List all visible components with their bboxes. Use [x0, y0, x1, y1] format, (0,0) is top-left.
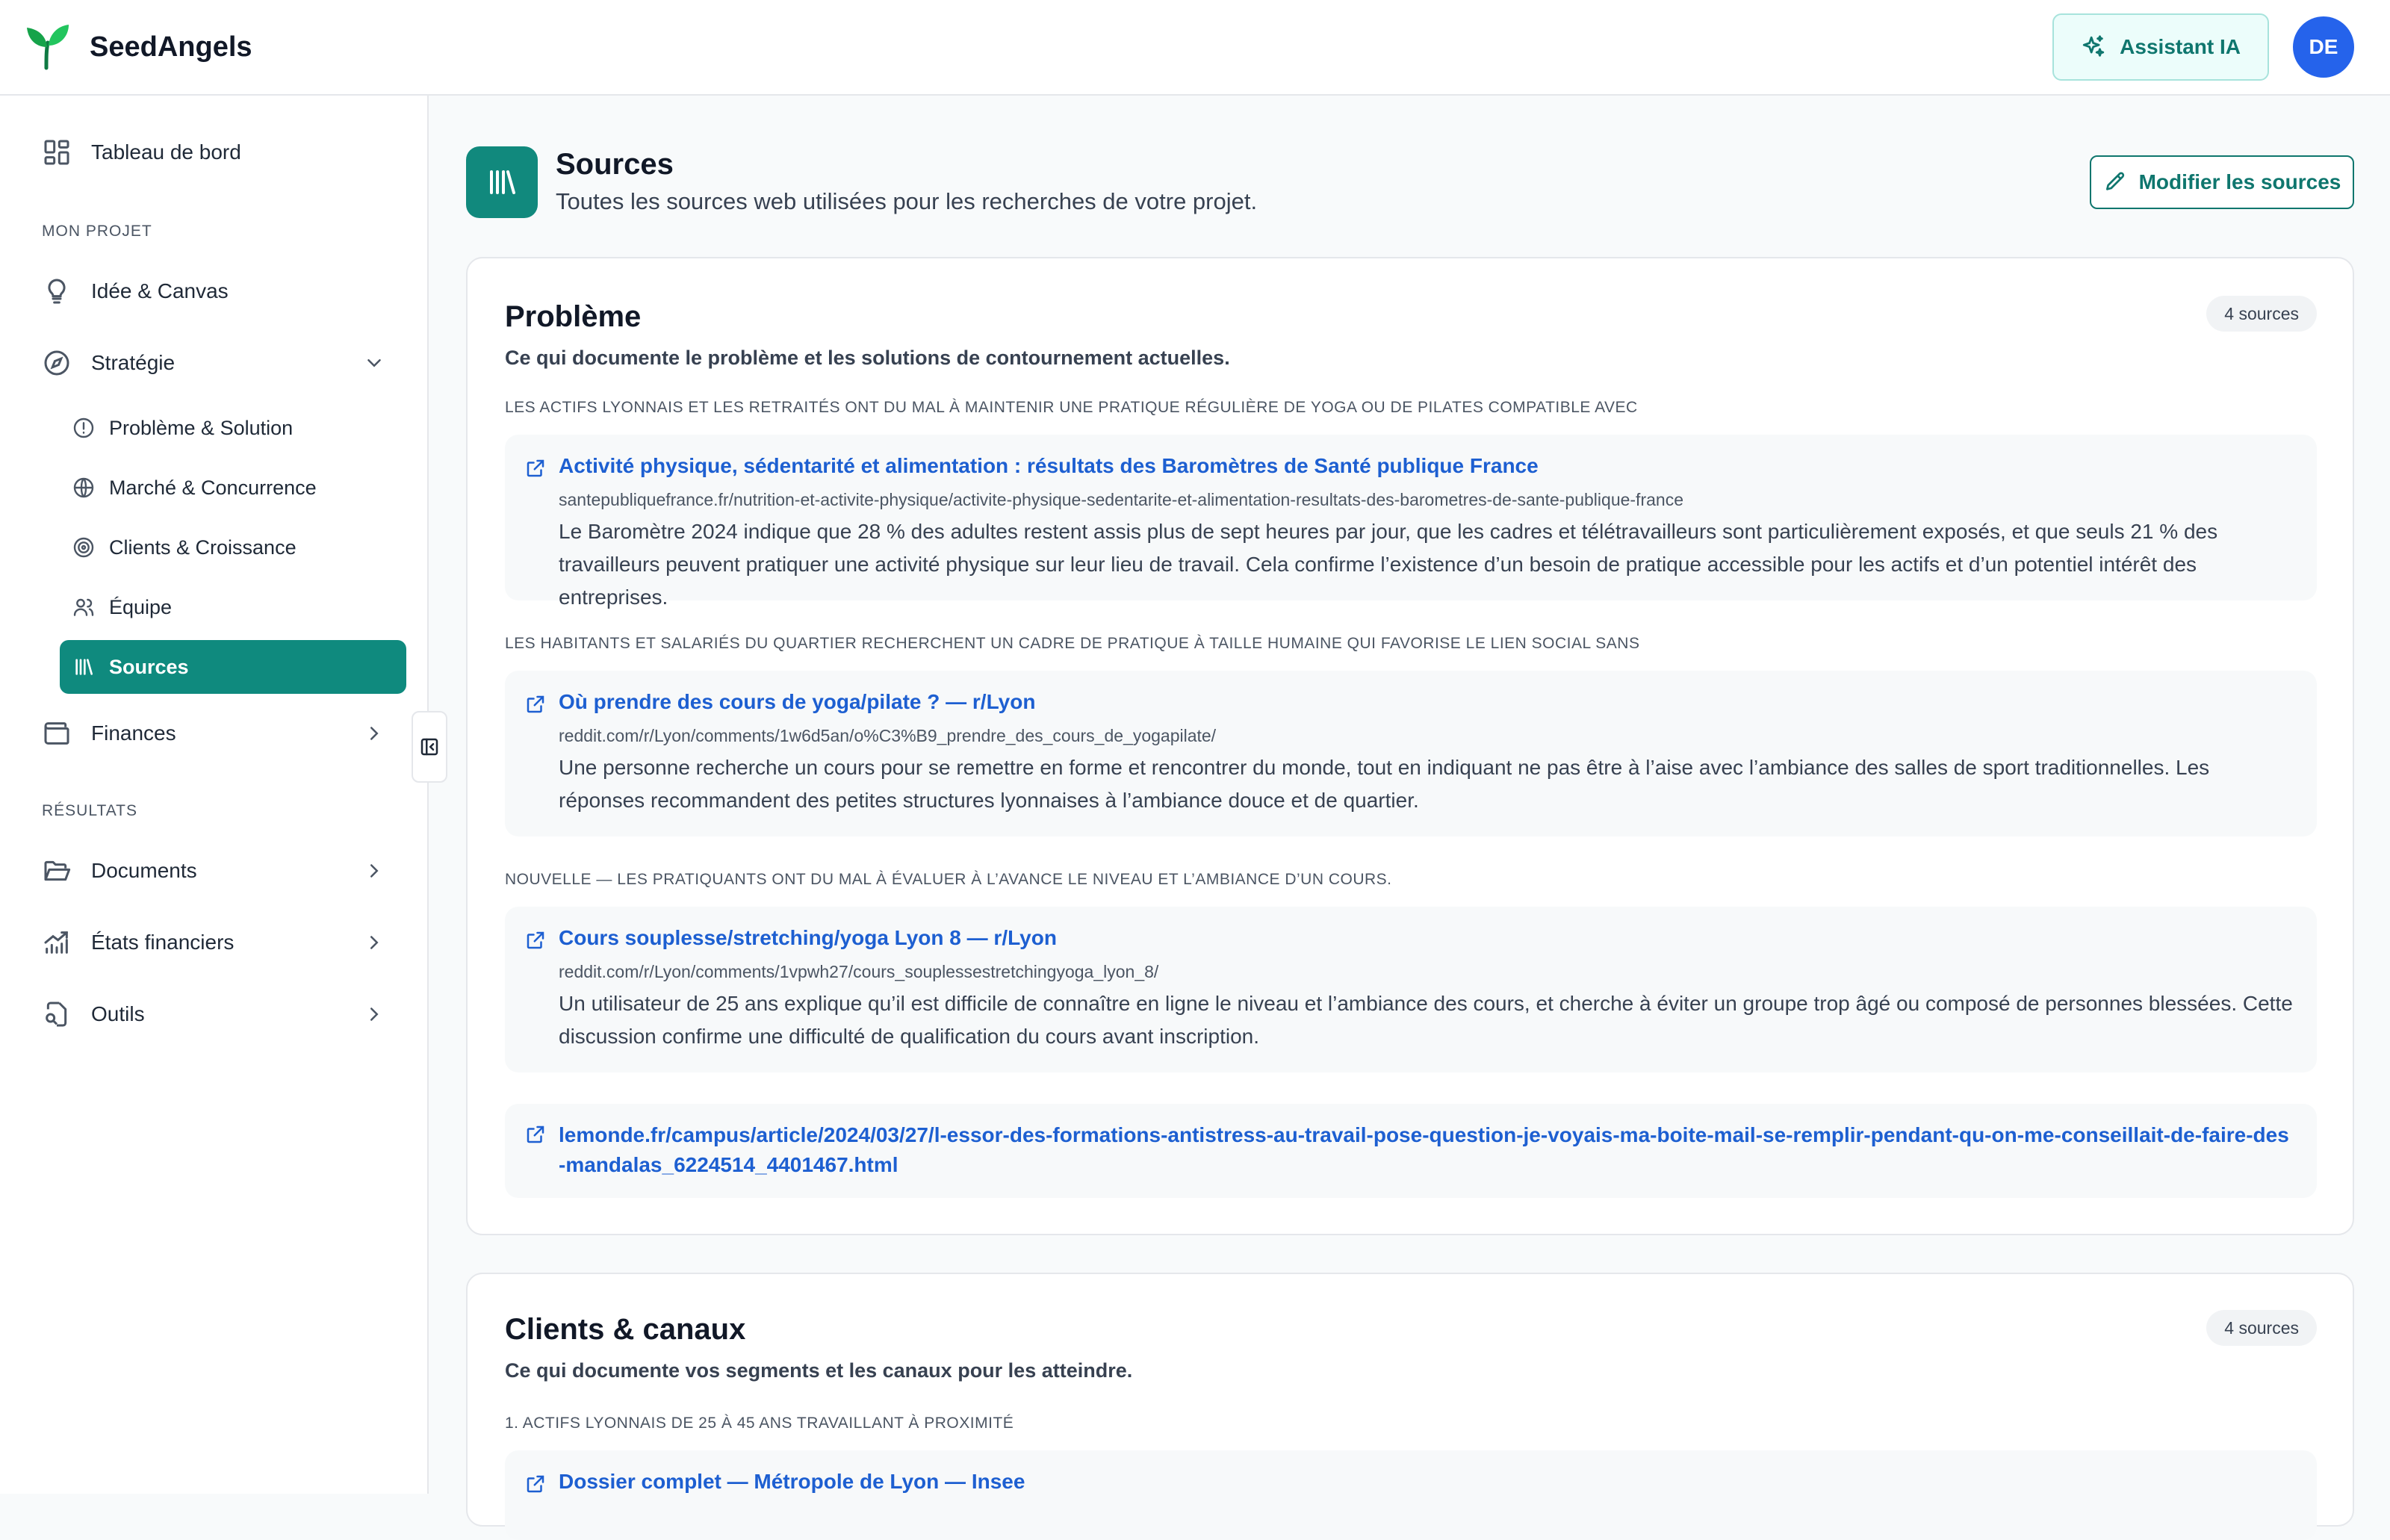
source-title-link[interactable]: Cours souplesse/stretching/yoga Lyon 8 —… — [559, 923, 2294, 953]
globe-icon — [73, 477, 94, 498]
source-summary: Un utilisateur de 25 ans explique qu’il … — [559, 992, 2293, 1048]
external-link-icon — [527, 931, 544, 949]
sparkles-icon — [2083, 35, 2105, 57]
sprout-logo-icon — [27, 25, 69, 70]
page-title: Sources — [556, 148, 674, 181]
sidebar-item-problem-solution[interactable]: Problème & Solution — [60, 401, 406, 455]
source-title-link[interactable]: Où prendre des cours de yoga/pilate ? — … — [559, 687, 2294, 717]
problem-sources-card: Problème Ce qui documente le problème et… — [466, 257, 2354, 1235]
sources-page-icon — [466, 146, 538, 218]
target-icon — [73, 537, 94, 558]
library-icon — [490, 170, 515, 194]
external-link-icon — [527, 1125, 544, 1143]
chevron-right-icon — [370, 1007, 379, 1021]
chevron-right-icon — [370, 936, 379, 949]
assistant-ia-label: Assistant IA — [2120, 35, 2241, 58]
sidebar-item-clients[interactable]: Clients & Croissance — [60, 521, 406, 574]
brand[interactable]: SeedAngels — [24, 23, 252, 71]
sidebar-item-strategy[interactable]: Stratégie — [42, 345, 385, 381]
sidebar-item-label: Finances — [91, 721, 176, 745]
sidebar-item-label: Problème & Solution — [109, 416, 294, 439]
sidebar-item-tools[interactable]: Outils — [42, 996, 385, 1032]
card-description: Ce qui documente vos segments et les can… — [505, 1359, 1133, 1382]
sidebar-item-label: Idée & Canvas — [91, 279, 229, 302]
source-item[interactable]: Cours souplesse/stretching/yoga Lyon 8 —… — [505, 907, 2317, 1072]
source-item[interactable]: Activité physique, sédentarité et alimen… — [505, 435, 2317, 609]
source-summary: Le Baromètre 2024 indique que 28 % des a… — [559, 520, 2218, 609]
chevron-right-icon — [370, 727, 379, 740]
external-link-icon — [527, 1475, 544, 1493]
sidebar-item-label: Tableau de bord — [91, 140, 241, 164]
users-icon — [73, 598, 94, 616]
lightbulb-icon — [48, 279, 66, 304]
sidebar-item-finances[interactable]: Finances — [42, 715, 385, 751]
sidebar-item-documents[interactable]: Documents — [42, 853, 385, 889]
sidebar-item-team[interactable]: Équipe — [60, 580, 406, 634]
panel-collapse-icon — [420, 738, 438, 756]
section-label-project: MON PROJET — [42, 223, 152, 240]
claim-heading: LES HABITANTS ET SALARIÉS DU QUARTIER RE… — [505, 635, 1640, 652]
sidebar-item-sources[interactable]: Sources — [60, 640, 406, 694]
library-icon — [75, 659, 93, 675]
dashboard-grid-icon — [44, 140, 69, 165]
source-item[interactable]: lemonde.fr/campus/article/2024/03/27/l-e… — [505, 1104, 2317, 1198]
sidebar-item-idea-canvas[interactable]: Idée & Canvas — [42, 273, 385, 309]
user-avatar[interactable]: DE — [2293, 16, 2354, 78]
sidebar-item-financial-statements[interactable]: États financiers — [42, 925, 385, 960]
compass-icon — [44, 350, 69, 376]
pencil-icon — [2105, 172, 2124, 190]
source-title-link[interactable]: Activité physique, sédentarité et alimen… — [559, 451, 2294, 481]
sidebar-item-label: Sources — [109, 655, 189, 678]
page-subtitle: Toutes les sources web utilisées pour le… — [556, 188, 1258, 214]
external-link-icon — [527, 695, 544, 713]
sidebar-item-label: Clients & Croissance — [109, 535, 297, 559]
source-title-link[interactable]: lemonde.fr/campus/article/2024/03/27/l-e… — [559, 1120, 2294, 1180]
chevron-right-icon — [370, 864, 379, 878]
chart-growth-icon — [44, 931, 68, 954]
card-title: Problème — [505, 300, 642, 333]
sidebar-item-label: Outils — [91, 1002, 145, 1025]
source-item[interactable]: Où prendre des cours de yoga/pilate ? — … — [505, 671, 2317, 836]
sidebar: Tableau de bord MON PROJET Idée & Canvas… — [0, 96, 429, 1494]
source-title-link[interactable]: Dossier complet — Métropole de Lyon — In… — [559, 1467, 2294, 1497]
wallet-icon — [44, 722, 69, 745]
source-url: reddit.com/r/Lyon/comments/1w6d5an/o%C3%… — [559, 726, 1217, 745]
clients-channels-sources-card: Clients & canaux Ce qui documente vos se… — [466, 1273, 2354, 1540]
sidebar-item-dashboard[interactable]: Tableau de bord — [42, 134, 385, 170]
tools-icon — [46, 1002, 67, 1027]
folder-open-icon — [44, 860, 71, 881]
brand-name: SeedAngels — [90, 31, 252, 63]
sidebar-item-market[interactable]: Marché & Concurrence — [60, 461, 406, 515]
sources-count-badge: 4 sources — [2206, 296, 2317, 332]
claim-heading: NOUVELLE — LES PRATIQUANTS ONT DU MAL À … — [505, 871, 1392, 888]
sidebar-collapse-button[interactable] — [412, 711, 447, 783]
claim-heading: LES ACTIFS LYONNAIS ET LES RETRAITÉS ONT… — [505, 399, 1638, 416]
sidebar-item-label: Équipe — [109, 595, 173, 618]
source-url: santepubliquefrance.fr/nutrition-et-acti… — [559, 490, 1683, 509]
sidebar-item-label: Stratégie — [91, 351, 176, 374]
source-item[interactable]: Dossier complet — Métropole de Lyon — In… — [505, 1450, 2317, 1540]
alert-circle-icon — [73, 417, 94, 438]
claim-heading: 1. ACTIFS LYONNAIS DE 25 À 45 ANS TRAVAI… — [505, 1415, 1014, 1432]
edit-sources-label: Modifier les sources — [2138, 170, 2341, 193]
card-title: Clients & canaux — [505, 1313, 746, 1346]
card-description: Ce qui documente le problème et les solu… — [505, 347, 1230, 369]
sidebar-item-label: États financiers — [91, 931, 235, 954]
edit-sources-button[interactable]: Modifier les sources — [2090, 155, 2354, 209]
chevron-down-icon — [367, 359, 381, 367]
top-header: SeedAngels Assistant IA DE — [0, 0, 2390, 96]
sidebar-item-label: Marché & Concurrence — [109, 476, 317, 499]
sources-count-badge: 4 sources — [2206, 1310, 2317, 1346]
source-summary: Une personne recherche un cours pour se … — [559, 756, 2210, 812]
source-url: reddit.com/r/Lyon/comments/1vpwh27/cours… — [559, 962, 1159, 981]
section-label-results: RÉSULTATS — [42, 802, 138, 819]
assistant-ia-button[interactable]: Assistant IA — [2052, 13, 2269, 81]
sidebar-item-label: Documents — [91, 859, 197, 882]
external-link-icon — [527, 459, 544, 477]
